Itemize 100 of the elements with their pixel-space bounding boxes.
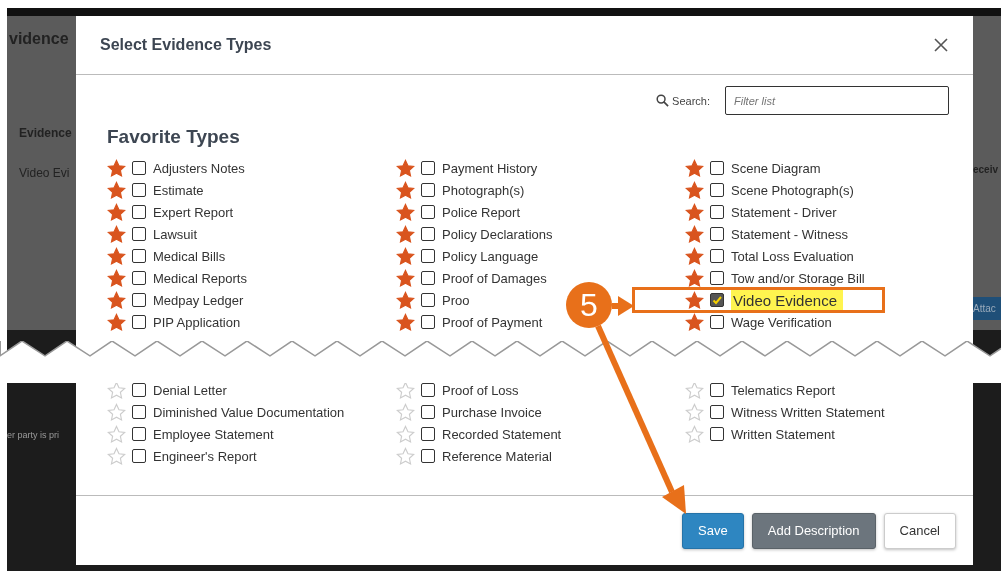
item-label: Engineer's Report	[153, 448, 257, 464]
star-icon[interactable]	[685, 202, 704, 222]
checkbox[interactable]	[421, 183, 435, 197]
item-label: Employee Statement	[153, 426, 274, 442]
attach-button[interactable]: Attac	[973, 297, 1001, 320]
star-icon[interactable]	[107, 268, 126, 288]
item-label: Tow and/or Storage Bill	[731, 270, 865, 286]
search-icon	[656, 94, 670, 107]
star-icon[interactable]	[396, 246, 415, 266]
star-icon[interactable]	[107, 424, 126, 444]
checkbox[interactable]	[421, 293, 435, 307]
checkbox[interactable]	[710, 315, 724, 329]
checkbox[interactable]	[132, 249, 146, 263]
star-icon[interactable]	[107, 246, 126, 266]
checkbox[interactable]	[421, 249, 435, 263]
checkbox[interactable]	[421, 315, 435, 329]
star-icon[interactable]	[685, 224, 704, 244]
checkbox[interactable]	[132, 315, 146, 329]
dialog-button[interactable]: Cancel	[883, 512, 956, 549]
checkbox[interactable]	[710, 227, 724, 241]
item-label: Wage Verification	[731, 314, 832, 330]
item-label: Policy Declarations	[442, 226, 553, 242]
star-icon[interactable]	[685, 312, 704, 332]
close-icon[interactable]	[933, 37, 949, 53]
item-label: Proof of Payment	[442, 314, 543, 330]
star-icon[interactable]	[107, 180, 126, 200]
star-icon[interactable]	[685, 180, 704, 200]
checkbox[interactable]	[421, 205, 435, 219]
checkbox[interactable]	[421, 271, 435, 285]
dialog-button[interactable]: Save	[682, 512, 744, 549]
checkbox[interactable]	[710, 271, 724, 285]
star-icon[interactable]	[396, 446, 415, 466]
checkbox[interactable]	[710, 249, 724, 263]
checkbox[interactable]	[710, 427, 724, 441]
star-icon[interactable]	[107, 158, 126, 178]
item-label: Diminished Value Documentation	[153, 404, 345, 420]
star-icon[interactable]	[396, 202, 415, 222]
item-label: Medical Bills	[153, 248, 226, 264]
star-icon[interactable]	[685, 424, 704, 444]
item-label: Expert Report	[153, 204, 234, 220]
checkbox[interactable]	[710, 205, 724, 219]
star-icon[interactable]	[685, 158, 704, 178]
item-label: Reference Material	[442, 448, 552, 464]
item-label: PIP Application	[153, 314, 241, 330]
checkbox[interactable]	[132, 405, 146, 419]
item-label: Medical Reports	[153, 270, 247, 286]
item-label: Proo	[442, 292, 470, 308]
star-icon[interactable]	[685, 268, 704, 288]
star-icon[interactable]	[396, 268, 415, 288]
checkbox[interactable]	[132, 271, 146, 285]
page-title: vidence	[8, 29, 70, 48]
star-icon[interactable]	[107, 202, 126, 222]
checkbox[interactable]	[710, 161, 724, 175]
checkbox[interactable]	[132, 449, 146, 463]
checkbox[interactable]	[421, 449, 435, 463]
star-icon[interactable]	[107, 446, 126, 466]
checkbox[interactable]	[710, 405, 724, 419]
checkbox[interactable]	[421, 227, 435, 241]
item-label: Photograph(s)	[442, 182, 525, 198]
item-label: Estimate	[153, 182, 204, 198]
checkbox[interactable]	[421, 405, 435, 419]
star-icon[interactable]	[107, 312, 126, 332]
section-title: Favorite Types	[107, 126, 241, 148]
search-label: Search:	[672, 94, 710, 107]
checkbox[interactable]	[132, 161, 146, 175]
checkbox[interactable]	[132, 183, 146, 197]
star-icon[interactable]	[107, 380, 126, 400]
item-label: Policy Language	[442, 248, 539, 264]
star-icon[interactable]	[396, 158, 415, 178]
star-icon[interactable]	[396, 402, 415, 422]
checkbox[interactable]	[421, 161, 435, 175]
star-icon[interactable]	[396, 180, 415, 200]
star-icon[interactable]	[685, 246, 704, 266]
star-icon[interactable]	[396, 380, 415, 400]
star-icon[interactable]	[107, 402, 126, 422]
checkbox[interactable]	[710, 293, 724, 307]
note-text: er party is pri	[7, 430, 60, 440]
checkbox[interactable]	[421, 427, 435, 441]
checkbox[interactable]	[132, 293, 146, 307]
item-label: Scene Photograph(s)	[731, 182, 854, 198]
checkbox[interactable]	[132, 205, 146, 219]
search-field[interactable]: Filter list	[725, 86, 949, 115]
checkbox[interactable]	[132, 427, 146, 441]
star-icon[interactable]	[685, 290, 704, 310]
star-icon[interactable]	[396, 224, 415, 244]
item-label: Statement - Witness	[731, 226, 849, 242]
star-icon[interactable]	[396, 312, 415, 332]
star-icon[interactable]	[396, 290, 415, 310]
item-label: Police Report	[442, 204, 521, 220]
star-icon[interactable]	[685, 380, 704, 400]
checkbox[interactable]	[710, 183, 724, 197]
star-icon[interactable]	[107, 224, 126, 244]
checkbox[interactable]	[132, 227, 146, 241]
star-icon[interactable]	[685, 402, 704, 422]
item-label: Written Statement	[731, 426, 835, 442]
dialog-button[interactable]: Add Description	[751, 512, 876, 549]
item-label: Video Evidence	[731, 289, 843, 311]
star-icon[interactable]	[107, 290, 126, 310]
item-label: Scene Diagram	[731, 160, 821, 176]
star-icon[interactable]	[396, 424, 415, 444]
